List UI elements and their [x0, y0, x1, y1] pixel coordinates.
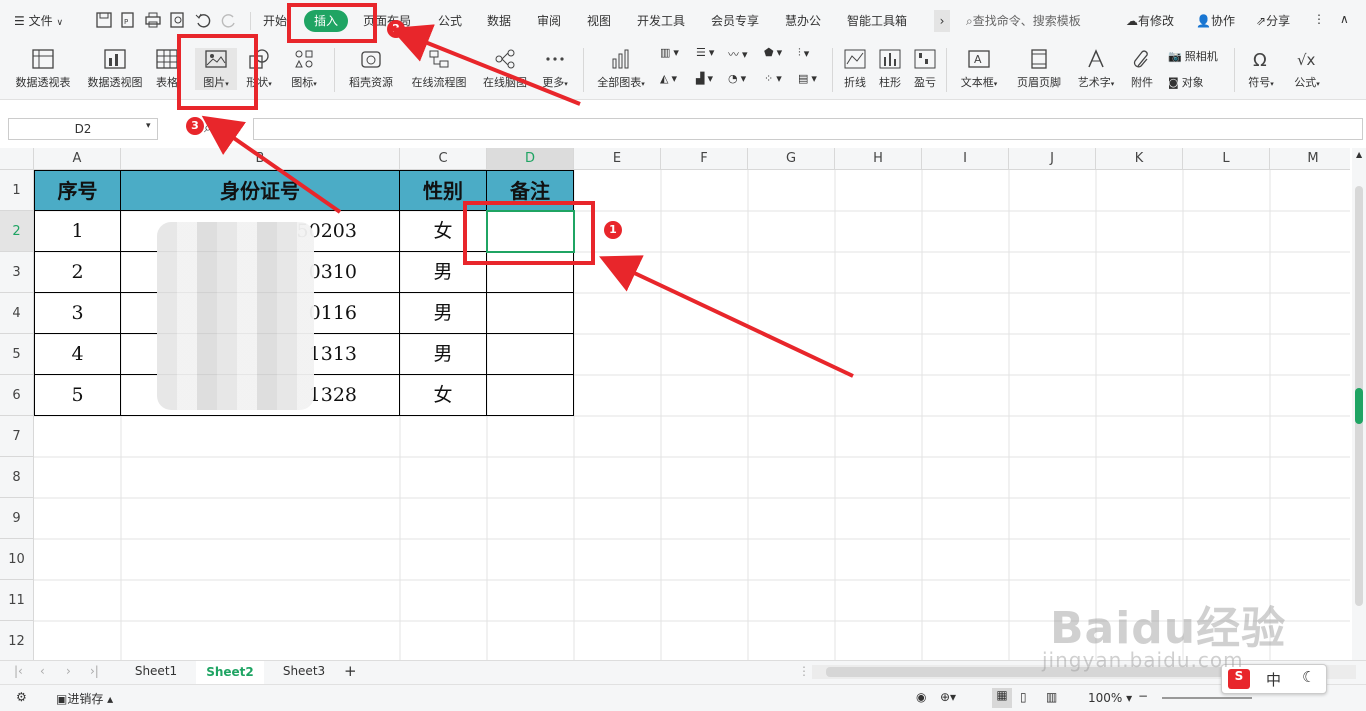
arrow-to-search	[201, 115, 342, 214]
arrow-to-cell	[599, 255, 854, 378]
arrow-to-insert-tab	[390, 24, 581, 106]
watermark-url: jingyan.baidu.com	[1042, 648, 1244, 672]
baidu-watermark: Baidu经验 jingyan.baidu.com	[1040, 566, 1360, 676]
watermark-brand: Baidu经验	[1050, 603, 1287, 654]
